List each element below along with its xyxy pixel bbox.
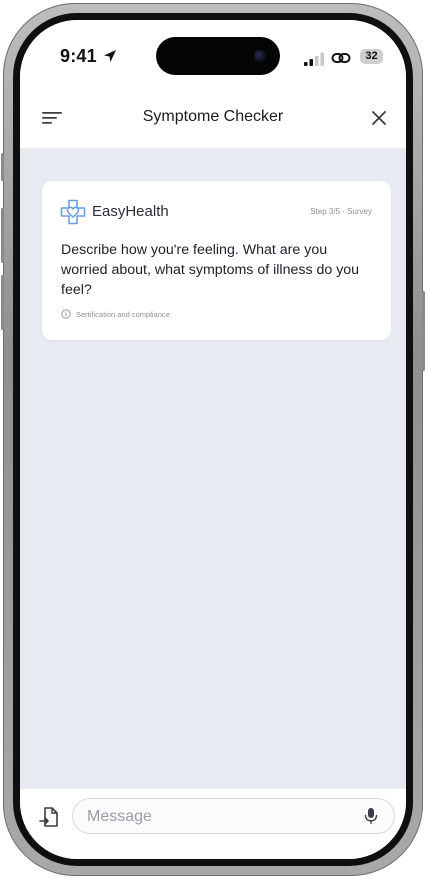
health-shield-icon bbox=[60, 199, 86, 225]
nav-bar: Symptome Checker bbox=[20, 88, 406, 149]
message-input[interactable] bbox=[85, 805, 349, 829]
attachment-icon[interactable] bbox=[39, 806, 59, 830]
action-button bbox=[1, 153, 4, 181]
brand-name: EasyHealth bbox=[92, 203, 169, 220]
location-arrow-icon bbox=[104, 50, 116, 62]
compliance-link[interactable]: Sertification and compliance bbox=[76, 310, 170, 319]
phone-bezel: 9:41 32 Symptome Checker EasyHealth Step… bbox=[13, 13, 413, 866]
dynamic-island bbox=[156, 37, 280, 75]
close-icon[interactable] bbox=[371, 110, 387, 126]
message-composer bbox=[20, 788, 406, 859]
front-camera bbox=[254, 50, 266, 62]
step-indicator: Step 3/5 · Survey bbox=[310, 207, 372, 216]
phone-frame: 9:41 32 Symptome Checker EasyHealth Step… bbox=[1, 3, 425, 876]
microphone-icon[interactable] bbox=[364, 807, 378, 825]
survey-question: Describe how you're feeling. What are yo… bbox=[61, 242, 360, 298]
message-field[interactable] bbox=[72, 798, 395, 834]
status-bar: 9:41 32 bbox=[20, 20, 406, 88]
link-icon bbox=[331, 53, 351, 63]
battery-icon: 32 bbox=[360, 49, 383, 64]
power-button bbox=[422, 291, 425, 371]
info-icon bbox=[61, 309, 71, 319]
page-title: Symptome Checker bbox=[142, 108, 284, 125]
survey-card: EasyHealth Step 3/5 · Survey Describe ho… bbox=[42, 181, 391, 340]
status-time: 9:41 bbox=[60, 46, 97, 66]
cellular-signal-icon bbox=[304, 52, 324, 66]
volume-up-button bbox=[1, 208, 4, 263]
volume-down-button bbox=[1, 275, 4, 330]
screen: 9:41 32 Symptome Checker EasyHealth Step… bbox=[20, 20, 406, 859]
